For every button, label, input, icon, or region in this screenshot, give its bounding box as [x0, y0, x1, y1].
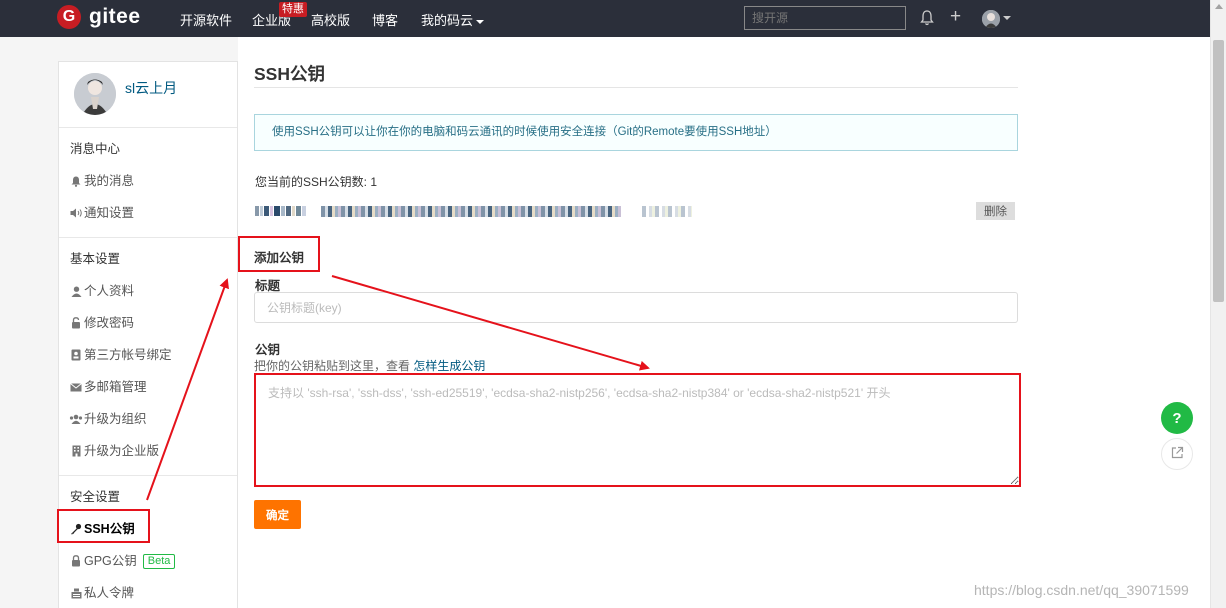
gitee-logo-text: gitee — [89, 5, 141, 28]
sidebar-item-third-party[interactable]: 第三方帐号绑定 — [59, 339, 237, 371]
sidebar-item-label: 升级为组织 — [84, 412, 147, 426]
sidebar-item-label: 个人资料 — [84, 284, 135, 298]
sidebar-item-label: 第三方帐号绑定 — [84, 348, 172, 362]
confirm-button[interactable]: 确定 — [254, 500, 301, 529]
section-title-basic: 基本设置 — [70, 252, 121, 266]
key-hint-text: 把你的公钥粘贴到这里，查看 — [254, 359, 414, 373]
external-link-icon — [1171, 446, 1184, 462]
volume-icon — [69, 208, 83, 218]
sidebar-item-label: 私人令牌 — [84, 586, 135, 600]
bell-icon — [69, 176, 83, 187]
title-divider — [254, 87, 1018, 88]
id-card-icon — [69, 349, 83, 361]
sidebar-item-upgrade-org[interactable]: 升级为组织 — [59, 403, 237, 435]
avatar-chevron-down-icon[interactable] — [1003, 16, 1011, 20]
mail-icon — [69, 382, 83, 392]
help-button[interactable]: ? — [1161, 402, 1193, 434]
how-to-generate-key-link[interactable]: 怎样生成公钥 — [413, 359, 485, 373]
sidebar-item-upgrade-enterprise[interactable]: 升级为企业版 — [59, 435, 237, 467]
sidebar-item-my-messages[interactable]: 我的消息 — [59, 165, 237, 197]
unlock-icon — [69, 317, 83, 329]
ssh-info-message: 使用SSH公钥可以让你在你的电脑和码云通讯的时候使用安全连接（Git的Remot… — [254, 114, 1018, 151]
user-icon — [69, 286, 83, 297]
delete-key-button[interactable]: 删除 — [976, 202, 1015, 220]
section-title-messages: 消息中心 — [70, 142, 121, 156]
nav-open-source[interactable]: 开源软件 — [180, 10, 232, 29]
token-icon — [69, 588, 83, 599]
nav-university[interactable]: 高校版 — [311, 10, 350, 29]
sidebar-item-gpg-keys[interactable]: GPG公钥 Beta — [59, 545, 237, 577]
users-icon — [69, 414, 83, 424]
watermark: https://blog.csdn.net/qq_39071599 — [974, 582, 1189, 598]
main-content: SSH公钥 使用SSH公钥可以让你在你的电脑和码云通讯的时候使用安全连接（Git… — [238, 37, 1210, 608]
nav-my-gitee[interactable]: 我的码云 — [421, 10, 485, 29]
annotation-box-key-textarea — [254, 373, 1021, 487]
sidebar-item-change-password[interactable]: 修改密码 — [59, 307, 237, 339]
gitee-logo-icon: G — [57, 5, 81, 29]
profile-card: sl云上月 — [59, 62, 237, 128]
beta-badge: Beta — [142, 553, 176, 569]
hot-badge: 特惠 — [279, 2, 307, 17]
sidebar-item-access-tokens[interactable]: 私人令牌 — [59, 577, 237, 608]
page-title: SSH公钥 — [254, 64, 325, 84]
user-avatar-menu[interactable] — [982, 10, 1000, 28]
annotation-box-add-key — [238, 236, 320, 272]
avatar[interactable] — [74, 73, 116, 115]
sidebar-item-profile[interactable]: 个人资料 — [59, 275, 237, 307]
annotation-box-ssh-menu — [57, 509, 150, 543]
username-link[interactable]: sl云上月 — [125, 78, 177, 98]
sidebar-item-label: 修改密码 — [84, 316, 135, 330]
top-navbar: G gitee 开源软件 企业版 特惠 高校版 博客 我的码云 + — [0, 0, 1210, 37]
page-scrollbar[interactable] — [1210, 0, 1226, 608]
key-title-input[interactable] — [254, 292, 1018, 323]
nav-my-gitee-label: 我的码云 — [421, 13, 474, 28]
ssh-key-count: 您当前的SSH公钥数: 1 — [255, 175, 378, 189]
scroll-up-icon[interactable] — [1215, 4, 1223, 9]
gitee-logo[interactable]: G gitee — [57, 5, 141, 29]
scroll-thumb[interactable] — [1213, 40, 1224, 302]
chevron-down-icon — [476, 19, 485, 24]
sidebar-item-label: 通知设置 — [84, 206, 135, 220]
sidebar-item-label: 我的消息 — [84, 174, 135, 188]
share-button[interactable] — [1161, 438, 1193, 470]
sidebar-item-notification-settings[interactable]: 通知设置 — [59, 197, 237, 229]
nav-blog[interactable]: 博客 — [372, 10, 398, 29]
sidebar-item-label: 升级为企业版 — [84, 444, 160, 458]
create-plus-icon[interactable]: + — [950, 7, 961, 27]
existing-ssh-key-redacted — [255, 204, 693, 218]
building-icon — [69, 445, 83, 457]
search-input[interactable] — [744, 6, 906, 30]
sidebar-item-emails[interactable]: 多邮箱管理 — [59, 371, 237, 403]
key-field-label: 公钥 — [255, 343, 281, 357]
sidebar-item-label: GPG公钥 — [84, 554, 137, 568]
key-hint: 把你的公钥粘贴到这里，查看 怎样生成公钥 — [254, 357, 485, 374]
lock-icon — [69, 555, 83, 567]
sidebar-item-label: 多邮箱管理 — [84, 380, 147, 394]
notification-bell-icon[interactable] — [920, 10, 934, 29]
